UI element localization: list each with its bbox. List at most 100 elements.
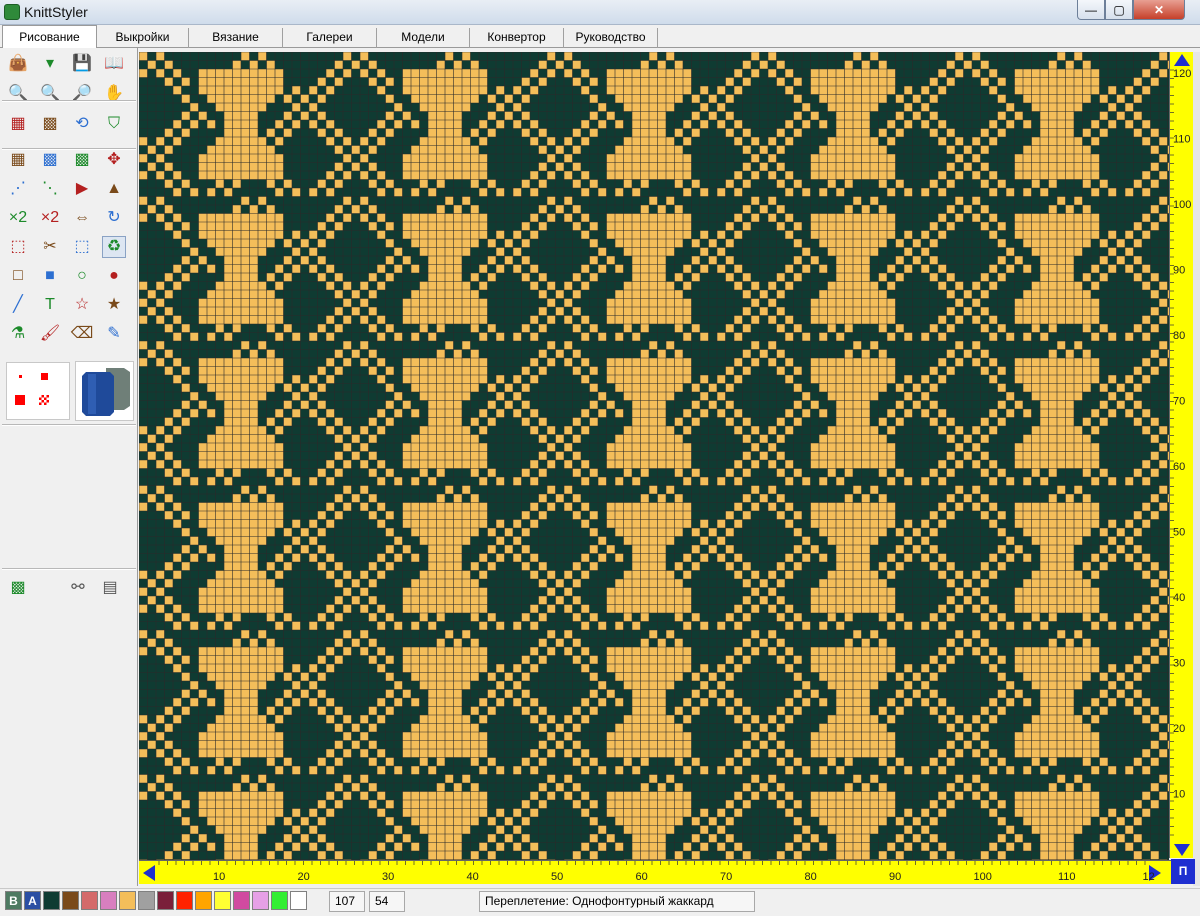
minimize-button[interactable]: — [1077,0,1105,20]
palette-color-swatch[interactable] [62,891,79,910]
column-ruler-label: 90 [889,871,901,883]
palette-color-swatch[interactable] [43,891,60,910]
palette-color-swatch[interactable] [100,891,117,910]
move-cross-icon[interactable]: ✥ [102,149,126,171]
grid-pattern-icon[interactable]: ▩ [6,577,30,599]
jacquard-pattern-grid [139,52,1169,860]
stretch-icon[interactable]: ⇔ [70,207,94,229]
scroll-up-arrow-icon[interactable] [1174,54,1190,66]
star-outline-icon[interactable]: ☆ [70,294,94,316]
brush-icon[interactable]: 🖌 [38,323,62,345]
palette-color-swatch[interactable] [176,891,193,910]
pen-size-3[interactable] [15,395,25,405]
mirror-right-icon[interactable]: ⋱ [38,178,62,200]
rectangle-filled-icon[interactable]: ■ [38,265,62,287]
eraser-icon[interactable]: ⌫ [70,323,94,345]
palette-color-swatch[interactable] [252,891,269,910]
palette-color-swatch[interactable] [119,891,136,910]
maximize-button[interactable]: ▢ [1105,0,1133,20]
scale-x2-icon[interactable]: ×2 [6,207,30,229]
scale-x2-alt-icon[interactable]: ×2 [38,207,62,229]
star-filled-icon[interactable]: ★ [102,294,126,316]
pen-size-1[interactable] [19,375,22,378]
column-ruler-label: 12 [1143,871,1155,883]
line-icon[interactable]: ╱ [6,294,30,316]
row-ruler-label: 70 [1173,396,1185,408]
pattern-grid-icon[interactable]: ▩ [38,149,62,171]
palette-color-swatch[interactable] [138,891,155,910]
column-ruler-label: 80 [805,871,817,883]
pen-size-2[interactable] [41,373,48,380]
flip-horizontal-icon[interactable]: ▶ [70,178,94,200]
row-counter: 54 [369,891,405,912]
tool-row: ▦ ▩ ▩ ✥ [4,146,134,174]
row-ruler-label: 80 [1173,330,1185,342]
refresh-icon[interactable]: ↻ [102,207,126,229]
scroll-down-arrow-icon[interactable] [1174,844,1190,856]
tool-row: 🔍 🔍 🔎 ✋ [4,80,134,108]
palette-color-swatch[interactable] [195,891,212,910]
window-title: KnittStyler [24,4,88,20]
palette-foreground-slot[interactable]: А [24,891,41,910]
calculator-icon[interactable]: ▤ [98,577,122,599]
palette-color-swatch[interactable] [157,891,174,910]
save-disk-icon[interactable]: 💾 [70,53,94,75]
flip-vertical-icon[interactable]: ▲ [102,178,126,200]
cut-selection-icon[interactable]: ✂ [38,236,62,258]
row-ruler-label: 90 [1173,265,1185,277]
row-ruler-label: 50 [1173,527,1185,539]
blank-grid-icon[interactable]: ▦ [6,149,30,171]
rectangle-outline-icon[interactable]: □ [6,265,30,287]
palette-color-swatch[interactable] [214,891,231,910]
tab-knitting[interactable]: Вязание [189,28,283,48]
row-ruler-label: 60 [1173,461,1185,473]
select-rect-icon[interactable]: ⬚ [6,236,30,258]
palette-color-swatch[interactable] [233,891,250,910]
circle-filled-icon[interactable]: ● [102,265,126,287]
circle-outline-icon[interactable]: ○ [70,265,94,287]
text-tool-icon[interactable]: T [38,294,62,316]
select-pointer-icon[interactable]: ⬚ [70,236,94,258]
rotate-icon[interactable]: ⟲ [70,113,94,135]
column-ruler-label: 40 [467,871,479,883]
shield-icon[interactable]: ⛉ [102,113,126,135]
yarn-preview[interactable] [75,361,134,421]
row-ruler-label: 110 [1173,134,1191,146]
tab-converter[interactable]: Конвертор [470,28,564,48]
tab-drawing[interactable]: Рисование [2,25,97,49]
close-button[interactable]: ✕ [1133,0,1185,20]
vertical-scrollbar[interactable] [1193,52,1200,886]
row-ruler-label: 10 [1173,789,1185,801]
pen-size-selector[interactable] [6,362,70,420]
tool-row: 👜 ▾ 💾 📖 [4,50,134,78]
paint-bucket-icon[interactable]: ⚗ [6,323,30,345]
palette-background-slot[interactable]: В [5,891,22,910]
mirror-left-icon[interactable]: ⋰ [6,178,30,200]
pen-pattern[interactable] [39,395,49,405]
palette-color-swatch[interactable] [81,891,98,910]
binoculars-icon[interactable]: ⚯ [66,577,90,599]
bag-icon[interactable]: 👜 [6,53,30,75]
tool-row: ⋰ ⋱ ▶ ▲ [4,175,134,203]
tab-manual[interactable]: Руководство [564,28,658,48]
color-grid-icon[interactable]: ▩ [38,113,62,135]
tool-row: ×2 ×2 ⇔ ↻ [4,204,134,232]
column-ruler: 10 20 30 40 50 60 70 80 90 100 110 12 [139,860,1171,884]
weave-type-label: Переплетение: Однофонтурный жаккард [479,891,755,912]
tab-patterns[interactable]: Выкройки [97,28,189,48]
grid-view-icon[interactable]: ▦ [6,113,30,135]
tab-galleries[interactable]: Галереи [283,28,377,48]
palette-color-swatch[interactable] [271,891,288,910]
palette-color-swatch[interactable] [290,891,307,910]
pipette-icon[interactable]: ✎ [102,323,126,345]
tab-models[interactable]: Модели [377,28,470,48]
column-ruler-label: 50 [551,871,563,883]
corner-toggle-button[interactable]: П [1171,859,1195,884]
help-book-icon[interactable]: 📖 [102,53,126,75]
pattern-grid-2-icon[interactable]: ▩ [70,149,94,171]
pattern-canvas[interactable] [139,52,1169,860]
row-ruler-label: 100 [1173,199,1191,211]
recycle-icon[interactable]: ♻ [102,236,126,258]
scroll-left-arrow-icon[interactable] [143,865,155,881]
dropdown-arrow-icon[interactable]: ▾ [38,53,62,75]
